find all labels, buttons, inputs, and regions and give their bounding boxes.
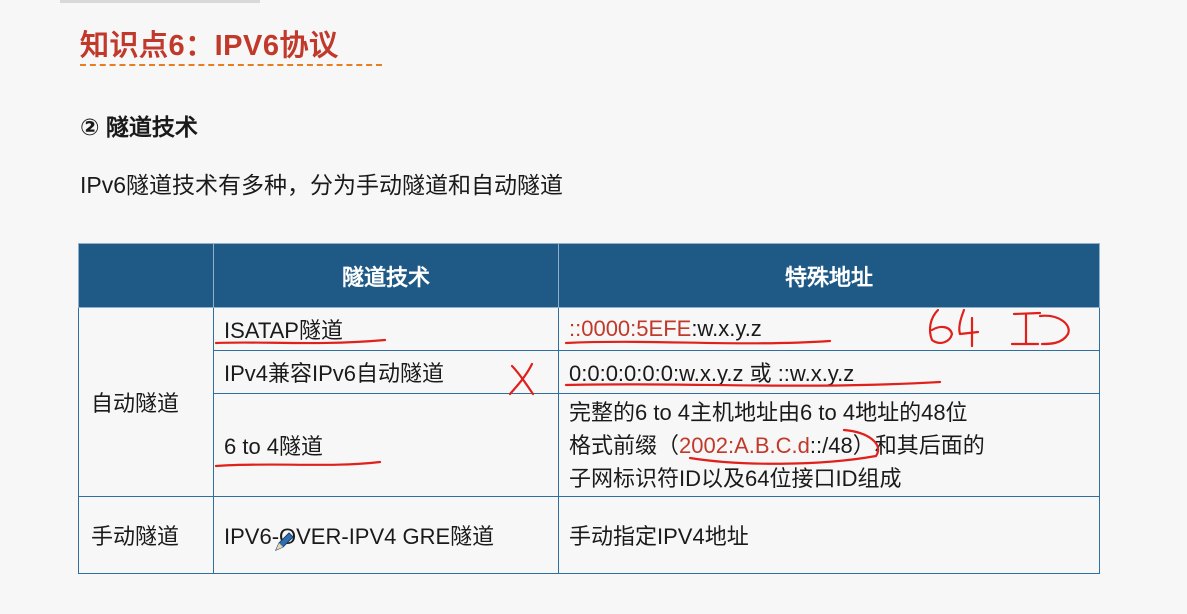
circle-2002 xyxy=(688,428,880,465)
underline-isatap xyxy=(214,338,387,345)
underline-compat-addr xyxy=(564,380,942,387)
underline-isatap-addr xyxy=(564,339,832,345)
underline-6to4 xyxy=(214,460,382,468)
handwriting-64ID-icon xyxy=(928,308,1070,348)
pen-cursor-icon xyxy=(275,532,294,551)
handwriting-overlay xyxy=(214,308,1070,468)
